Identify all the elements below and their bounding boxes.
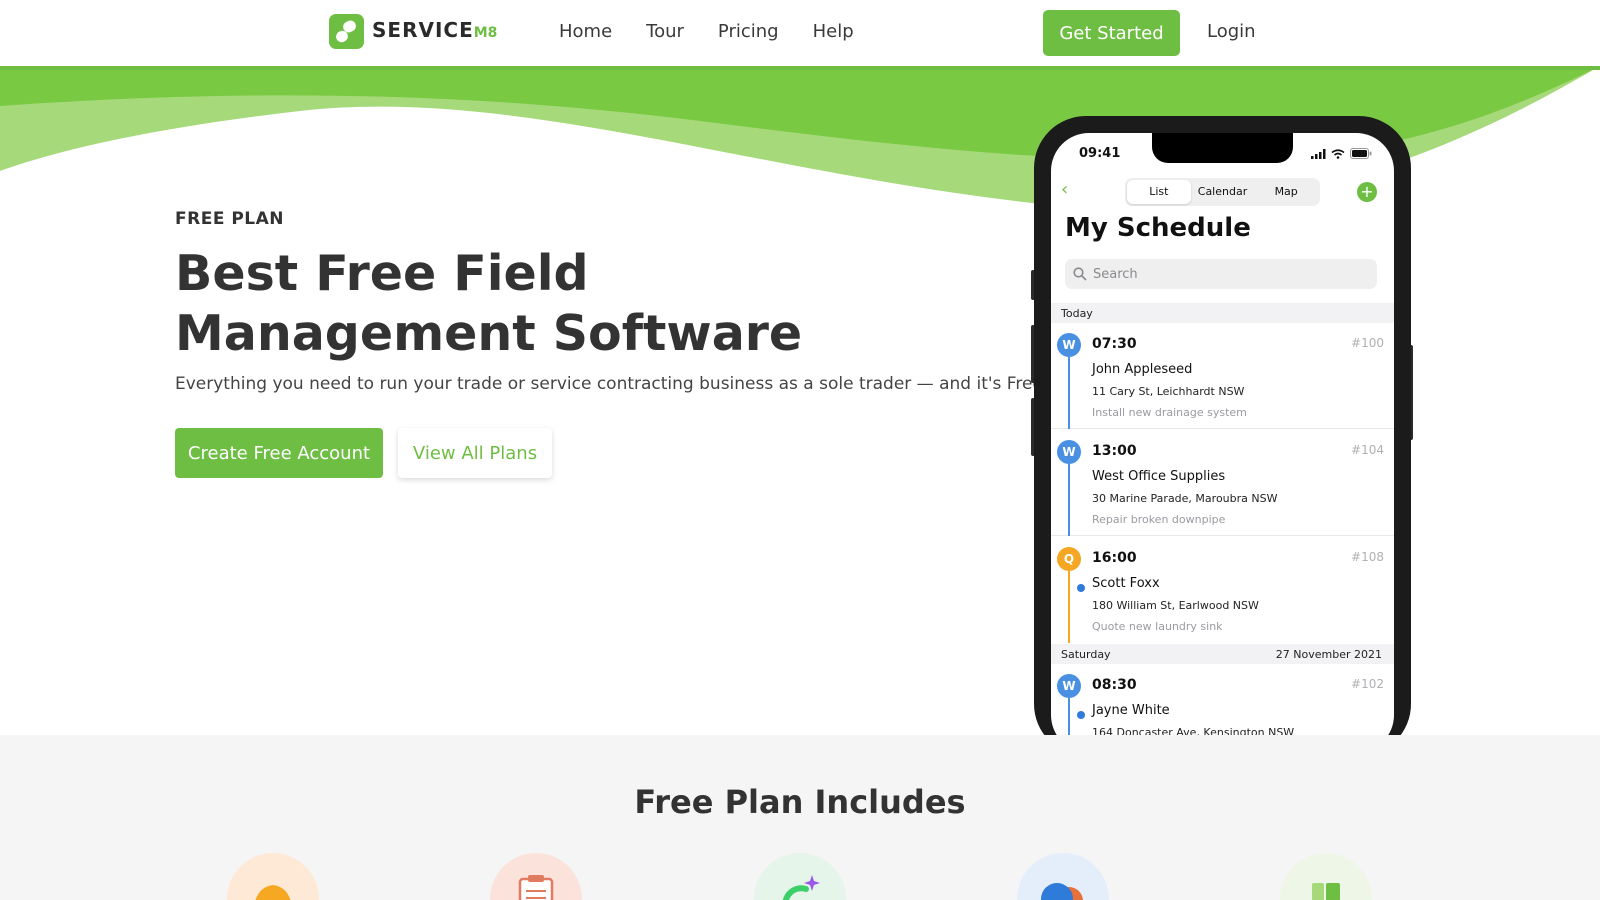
view-segmented-control: List Calendar Map bbox=[1125, 178, 1320, 206]
back-chevron-icon[interactable]: ‹ bbox=[1061, 179, 1068, 200]
job-description: Quote new laundry sink bbox=[1092, 620, 1223, 633]
chat-bubbles-icon bbox=[1017, 853, 1109, 900]
job-address: 180 William St, Earlwood NSW bbox=[1092, 599, 1259, 612]
tab-calendar[interactable]: Calendar bbox=[1191, 180, 1255, 204]
nav-link-help[interactable]: Help bbox=[813, 19, 854, 45]
phone-notch bbox=[1152, 133, 1293, 163]
phone-screen: 09:41 ‹ List Calendar Map + My Schedule … bbox=[1051, 133, 1394, 753]
section-header-today: Today bbox=[1051, 303, 1394, 323]
job-client-name: West Office Supplies bbox=[1092, 469, 1226, 484]
job-row[interactable]: Q 16:00 #108 Scott Foxx 180 William St, … bbox=[1051, 537, 1394, 643]
bell-icon bbox=[227, 853, 319, 900]
job-row[interactable]: W 13:00 #104 West Office Supplies 30 Mar… bbox=[1051, 430, 1394, 536]
top-nav: SERVICEM8 Home Tour Pricing Help Get Sta… bbox=[0, 0, 1600, 66]
job-client-name: John Appleseed bbox=[1092, 362, 1193, 377]
work-badge-icon: W bbox=[1057, 333, 1081, 357]
job-description: Repair broken downpipe bbox=[1092, 513, 1226, 526]
job-time: 13:00 bbox=[1092, 443, 1137, 459]
job-address: 11 Cary St, Leichhardt NSW bbox=[1092, 385, 1245, 398]
tab-map[interactable]: Map bbox=[1254, 180, 1318, 204]
search-icon bbox=[1073, 267, 1087, 281]
status-dot-icon bbox=[1077, 584, 1085, 592]
logo-mark-icon bbox=[329, 13, 364, 49]
tab-list[interactable]: List bbox=[1127, 180, 1191, 204]
search-placeholder: Search bbox=[1093, 266, 1138, 282]
job-time: 07:30 bbox=[1092, 336, 1137, 352]
nav-links: Home Tour Pricing Help bbox=[559, 19, 888, 45]
features-section: Free Plan Includes bbox=[0, 735, 1600, 900]
job-row[interactable]: W 07:30 #100 John Appleseed 11 Cary St, … bbox=[1051, 323, 1394, 429]
job-time: 08:30 bbox=[1092, 677, 1137, 693]
schedule-search-input[interactable]: Search bbox=[1065, 259, 1377, 289]
quote-badge-icon: Q bbox=[1057, 547, 1081, 571]
job-id: #100 bbox=[1351, 336, 1384, 350]
get-started-button[interactable]: Get Started bbox=[1043, 10, 1180, 56]
work-badge-icon: W bbox=[1057, 440, 1081, 464]
nav-link-tour[interactable]: Tour bbox=[646, 19, 684, 45]
section-header-saturday: Saturday 27 November 2021 bbox=[1051, 644, 1394, 664]
blocks-icon bbox=[1280, 853, 1372, 900]
wifi-icon bbox=[1331, 148, 1345, 159]
battery-icon bbox=[1350, 148, 1372, 159]
status-time: 09:41 bbox=[1079, 146, 1121, 161]
nav-link-home[interactable]: Home bbox=[559, 19, 612, 45]
view-all-plans-button[interactable]: View All Plans bbox=[398, 428, 552, 478]
job-description: Install new drainage system bbox=[1092, 406, 1247, 419]
create-free-account-button[interactable]: Create Free Account bbox=[175, 428, 383, 478]
job-client-name: Scott Foxx bbox=[1092, 576, 1160, 591]
job-id: #102 bbox=[1351, 677, 1384, 691]
job-address: 30 Marine Parade, Maroubra NSW bbox=[1092, 492, 1278, 505]
add-job-plus-icon[interactable]: + bbox=[1357, 182, 1377, 202]
login-link[interactable]: Login bbox=[1207, 19, 1256, 45]
job-time: 16:00 bbox=[1092, 550, 1137, 566]
status-dot-icon bbox=[1077, 711, 1085, 719]
status-icons bbox=[1311, 148, 1372, 159]
hero-subline: Everything you need to run your trade or… bbox=[175, 374, 1050, 394]
work-badge-icon: W bbox=[1057, 674, 1081, 698]
nav-link-pricing[interactable]: Pricing bbox=[718, 19, 779, 45]
servicem8-logo[interactable]: SERVICEM8 bbox=[329, 13, 497, 49]
phone-mockup: 09:41 ‹ List Calendar Map + My Schedule … bbox=[1034, 116, 1411, 756]
logo-wordmark: SERVICEM8 bbox=[372, 17, 498, 42]
signal-icon bbox=[1311, 148, 1326, 159]
sparkle-icon bbox=[754, 853, 846, 900]
hero-headline: Best Free Field Management Software bbox=[175, 245, 803, 362]
job-client-name: Jayne White bbox=[1092, 703, 1170, 718]
clipboard-icon bbox=[490, 853, 582, 900]
features-title: Free Plan Includes bbox=[634, 783, 966, 821]
schedule-title: My Schedule bbox=[1065, 213, 1251, 243]
job-id: #104 bbox=[1351, 443, 1384, 457]
job-id: #108 bbox=[1351, 550, 1384, 564]
